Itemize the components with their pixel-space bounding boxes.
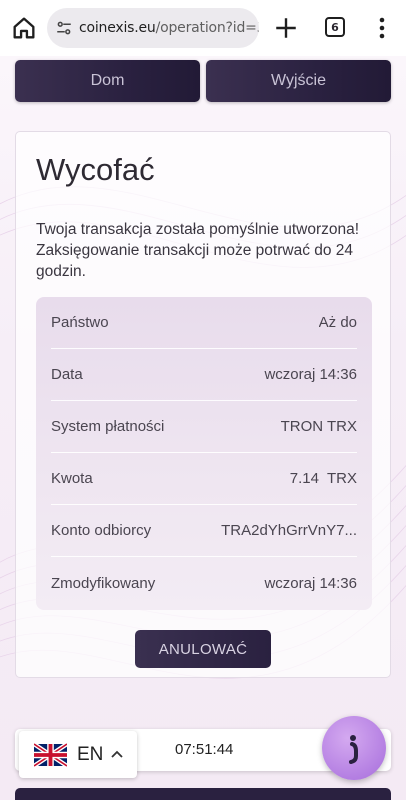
home-nav-button[interactable]: Dom	[15, 60, 200, 102]
detail-label: System płatności	[51, 418, 165, 435]
chat-icon	[349, 735, 358, 764]
footer-strip	[15, 788, 391, 800]
detail-row-recipient: Konto odbiorcy TRA2dYhGrrVnY7...	[51, 505, 357, 557]
detail-value: wczoraj 14:36	[264, 574, 357, 592]
tab-switcher-button[interactable]: 6	[325, 17, 345, 37]
url-text: coinexis.eu/operation?id=3828	[79, 20, 259, 36]
uk-flag-icon	[34, 742, 67, 767]
transaction-details: Państwo Aż do Data wczoraj 14:36 System …	[36, 297, 372, 610]
exit-nav-button[interactable]: Wyjście	[206, 60, 391, 102]
chevron-up-icon	[111, 750, 124, 758]
home-nav-label: Dom	[90, 72, 125, 89]
detail-value: TRON TRX	[280, 418, 357, 435]
language-code: EN	[77, 743, 104, 765]
clock-time: 07:51:44	[175, 741, 234, 758]
tune-icon[interactable]	[55, 19, 73, 37]
detail-row-modified: Zmodyfikowany wczoraj 14:36	[51, 557, 357, 609]
home-icon[interactable]	[10, 14, 38, 42]
page-title: Wycofać	[36, 152, 155, 187]
detail-value: wczoraj 14:36	[264, 366, 357, 383]
detail-row-amount: Kwota 7.14 TRX	[51, 453, 357, 505]
browser-toolbar: coinexis.eu/operation?id=3828 6	[0, 0, 406, 56]
detail-label: Państwo	[51, 314, 109, 331]
detail-label: Zmodyfikowany	[51, 574, 156, 592]
detail-label: Kwota	[51, 470, 93, 487]
detail-label: Data	[51, 366, 83, 383]
withdraw-card: Wycofać Twoja transakcja została pomyśln…	[15, 131, 391, 678]
address-bar[interactable]: coinexis.eu/operation?id=3828	[47, 8, 259, 48]
more-vert-icon[interactable]	[373, 16, 391, 40]
detail-row-payment-system: System płatności TRON TRX	[51, 401, 357, 453]
detail-value: Aż do	[318, 314, 357, 331]
success-message: Twoja transakcja została pomyślnie utwor…	[36, 221, 360, 280]
detail-value: TRA2dYhGrrVnY7...	[221, 522, 357, 539]
cancel-button[interactable]: ANULOWAĆ	[135, 630, 271, 668]
detail-value: 7.14 TRX	[289, 470, 357, 487]
detail-row-status: Państwo Aż do	[51, 297, 357, 349]
chat-button[interactable]	[322, 716, 386, 780]
detail-label: Konto odbiorcy	[51, 522, 152, 539]
plus-icon[interactable]	[273, 15, 299, 41]
exit-nav-label: Wyjście	[271, 72, 326, 89]
tab-count: 6	[331, 20, 339, 34]
language-selector[interactable]: EN	[19, 731, 137, 778]
page-content: Dom Wyjście Wycofać Twoja transakcja zos…	[0, 56, 406, 800]
detail-row-date: Data wczoraj 14:36	[51, 349, 357, 401]
